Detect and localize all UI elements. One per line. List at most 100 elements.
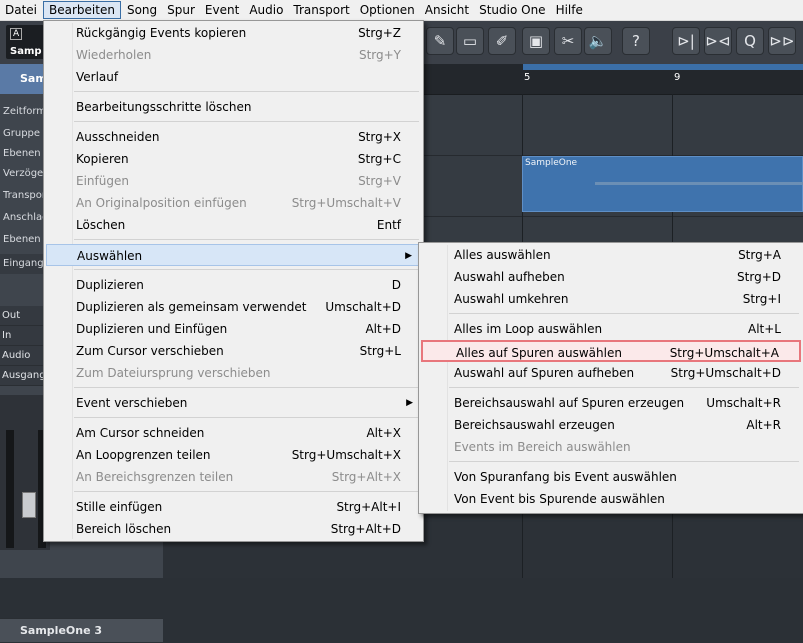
menu-item-auswahl-aufheben[interactable]: Auswahl aufheben Strg+D — [421, 266, 801, 288]
menu-item-an-bereichsgrenzen-teilen[interactable]: An Bereichsgrenzen teilen Strg+Alt+X — [46, 466, 421, 488]
menu-studio-one[interactable]: Studio One — [474, 1, 550, 19]
menu-item-label: Duplizieren — [76, 278, 144, 292]
menu-item-bereichsauswahl-erzeugen[interactable]: Bereichsauswahl erzeugen Alt+R — [421, 414, 801, 436]
menu-item-duplizieren[interactable]: Duplizieren D — [46, 274, 421, 296]
listen-tool-icon[interactable]: 🔈 — [584, 27, 612, 55]
menu-item-alles-auswählen[interactable]: Alles auswählen Strg+A — [421, 244, 801, 266]
mute-tool-icon[interactable]: ▣ — [522, 27, 550, 55]
menu-item-event-verschieben[interactable]: Event verschieben ▶ — [46, 392, 421, 414]
grid-snap-icon[interactable]: ⊳⊲ — [704, 27, 732, 55]
menu-item-label: Bereich löschen — [76, 522, 172, 536]
menu-item-bereich-löschen[interactable]: Bereich löschen Strg+Alt+D — [46, 518, 421, 540]
menu-item-alles-im-loop-auswählen[interactable]: Alles im Loop auswählen Alt+L — [421, 318, 801, 340]
event-name: SampleOne — [525, 158, 578, 168]
menu-item-shortcut: D — [391, 278, 401, 292]
menu-item-auswahl-umkehren[interactable]: Auswahl umkehren Strg+I — [421, 288, 801, 310]
track-logo-label: Samp — [10, 46, 42, 57]
eraser-tool-icon[interactable]: ▭ — [456, 27, 484, 55]
pencil-tool-icon[interactable]: ✎ — [426, 27, 454, 55]
menu-item-label: An Bereichsgrenzen teilen — [76, 470, 234, 484]
menu-item-löschen[interactable]: Löschen Entf — [46, 214, 421, 236]
menu-separator — [74, 239, 419, 240]
ruler-mark-5: 5 — [524, 72, 531, 83]
menu-item-shortcut: Strg+A — [738, 248, 781, 262]
menu-transport[interactable]: Transport — [288, 1, 354, 19]
menu-item-shortcut: Alt+X — [366, 426, 401, 440]
level-meter-left — [6, 430, 14, 548]
split-tool-icon[interactable]: ✂ — [554, 27, 582, 55]
submenu-arrow-icon: ▶ — [405, 251, 412, 261]
menu-separator — [74, 269, 419, 270]
menu-optionen[interactable]: Optionen — [355, 1, 420, 19]
menu-spur[interactable]: Spur — [162, 1, 200, 19]
volume-fader[interactable] — [22, 492, 36, 518]
menu-item-zum-dateiursprung-verschieben[interactable]: Zum Dateiursprung verschieben — [46, 362, 421, 384]
menu-item-label: Ausschneiden — [76, 130, 160, 144]
menu-song[interactable]: Song — [122, 1, 162, 19]
menu-item-auswahl-auf-spuren-aufheben[interactable]: Auswahl auf Spuren aufheben Strg+Umschalt… — [421, 362, 801, 384]
menu-separator — [74, 387, 419, 388]
menu-item-label: Auswahl umkehren — [454, 292, 569, 306]
menu-separator — [74, 491, 419, 492]
help-icon[interactable]: ? — [622, 27, 650, 55]
menu-bearbeiten[interactable]: Bearbeiten — [43, 1, 121, 19]
menu-item-bereichsauswahl-auf-spuren-erzeugen[interactable]: Bereichsauswahl auf Spuren erzeugen Umsch… — [421, 392, 801, 414]
track-logo: A Samp — [6, 25, 46, 59]
loop-range[interactable] — [523, 64, 803, 70]
menu-item-zum-cursor-verschieben[interactable]: Zum Cursor verschieben Strg+L — [46, 340, 421, 362]
menu-item-label: Bereichsauswahl auf Spuren erzeugen — [454, 396, 685, 410]
menu-item-shortcut: Strg+Umschalt+X — [291, 448, 401, 462]
menu-item-shortcut: Strg+D — [737, 270, 781, 284]
menu-item-label: Bereichsauswahl erzeugen — [454, 418, 615, 432]
menu-item-rückgängig-events-kopieren[interactable]: Rückgängig Events kopieren Strg+Z — [46, 22, 421, 44]
menu-item-label: An Originalposition einfügen — [76, 196, 247, 210]
menu-item-label: Events im Bereich auswählen — [454, 440, 631, 454]
menu-item-label: Am Cursor schneiden — [76, 426, 205, 440]
menu-item-von-event-bis-spurende-auswählen[interactable]: Von Event bis Spurende auswählen — [421, 488, 801, 510]
menu-item-label: Auswählen — [77, 249, 143, 263]
menu-separator — [449, 313, 799, 314]
menu-item-events-im-bereich-auswählen[interactable]: Events im Bereich auswählen — [421, 436, 801, 458]
menu-item-ausschneiden[interactable]: Ausschneiden Strg+X — [46, 126, 421, 148]
select-submenu: Alles auswählen Strg+A Auswahl aufheben Str… — [418, 242, 803, 514]
paint-tool-icon[interactable]: ✐ — [488, 27, 516, 55]
menu-item-verlauf[interactable]: Verlauf — [46, 66, 421, 88]
quantize-icon[interactable]: Q — [736, 27, 764, 55]
menu-item-bearbeitungsschritte-löschen[interactable]: Bearbeitungsschritte löschen — [46, 96, 421, 118]
menu-item-von-spuranfang-bis-event-auswählen[interactable]: Von Spuranfang bis Event auswählen — [421, 466, 801, 488]
menu-item-stille-einfügen[interactable]: Stille einfügen Strg+Alt+I — [46, 496, 421, 518]
menu-item-an-originalposition-einfügen[interactable]: An Originalposition einfügen Strg+Umschal… — [46, 192, 421, 214]
menu-item-wiederholen[interactable]: Wiederholen Strg+Y — [46, 44, 421, 66]
menu-item-shortcut: Strg+C — [357, 152, 401, 166]
submenu-arrow-icon: ▶ — [406, 398, 413, 408]
ruler-mark-9: 9 — [674, 72, 681, 83]
menu-separator — [449, 387, 799, 388]
menu-item-label: Rückgängig Events kopieren — [76, 26, 247, 40]
menu-separator — [74, 121, 419, 122]
menu-audio[interactable]: Audio — [244, 1, 288, 19]
menu-item-label: Stille einfügen — [76, 500, 163, 514]
menu-item-am-cursor-schneiden[interactable]: Am Cursor schneiden Alt+X — [46, 422, 421, 444]
menu-item-kopieren[interactable]: Kopieren Strg+C — [46, 148, 421, 170]
menu-item-shortcut: Strg+Z — [358, 26, 401, 40]
menu-item-auswählen[interactable]: Auswählen ▶ — [46, 244, 421, 266]
menu-hilfe[interactable]: Hilfe — [551, 1, 588, 19]
menu-ansicht[interactable]: Ansicht — [420, 1, 474, 19]
menu-item-an-loopgrenzen-teilen[interactable]: An Loopgrenzen teilen Strg+Umschalt+X — [46, 444, 421, 466]
menu-item-label: Wiederholen — [76, 48, 152, 62]
menu-item-label: Auswahl aufheben — [454, 270, 565, 284]
menu-separator — [74, 417, 419, 418]
menu-datei[interactable]: Datei — [0, 1, 42, 19]
menu-separator — [449, 461, 799, 462]
inspector-footer-track[interactable]: SampleOne 3 — [0, 618, 163, 642]
menu-event[interactable]: Event — [200, 1, 244, 19]
menu-item-label: Alles im Loop auswählen — [454, 322, 603, 336]
menu-item-einfügen[interactable]: Einfügen Strg+V — [46, 170, 421, 192]
snap-icon[interactable]: ⊳| — [672, 27, 700, 55]
menu-item-duplizieren-als-gemeinsam-verwendet[interactable]: Duplizieren als gemeinsam verwendet Umsch… — [46, 296, 421, 318]
menu-item-label: An Loopgrenzen teilen — [76, 448, 211, 462]
timebase-icon[interactable]: ⊳⊳ — [768, 27, 796, 55]
audio-event[interactable]: SampleOne — [522, 156, 803, 212]
menu-item-duplizieren-und-einfügen[interactable]: Duplizieren und Einfügen Alt+D — [46, 318, 421, 340]
menu-item-alles-auf-spuren-auswählen[interactable]: Alles auf Spuren auswählen Strg+Umschalt+… — [421, 340, 801, 362]
